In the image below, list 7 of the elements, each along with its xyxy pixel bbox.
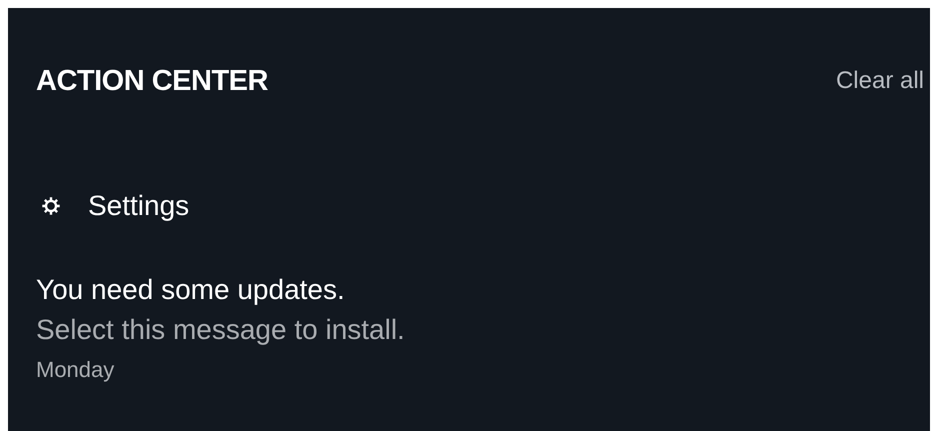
- notification-body[interactable]: Select this message to install.: [36, 310, 924, 350]
- notification-time: Monday: [36, 356, 116, 384]
- notification-title[interactable]: You need some updates.: [36, 270, 924, 310]
- clear-all-link[interactable]: Clear all: [836, 67, 924, 95]
- group-label[interactable]: Settings: [88, 190, 190, 222]
- panel-title: ACTION CENTER: [36, 64, 268, 98]
- settings-icon: [40, 195, 62, 217]
